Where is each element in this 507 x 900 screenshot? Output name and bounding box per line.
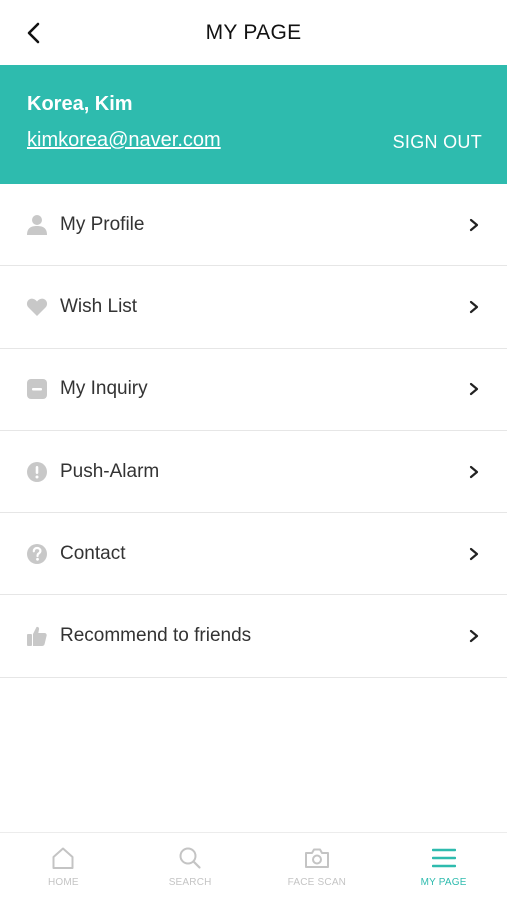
chevron-right-icon — [467, 218, 481, 232]
user-name: Korea, Kim — [27, 93, 133, 115]
heart-icon — [26, 296, 48, 318]
chevron-left-icon — [27, 22, 40, 44]
tab-label: FACE SCAN — [287, 877, 347, 888]
chevron-right-icon — [467, 300, 481, 314]
top-bar: MY PAGE — [0, 0, 507, 65]
menu-item-label: My Profile — [60, 213, 145, 235]
tab-label: HOME — [47, 877, 79, 888]
inquiry-icon — [26, 378, 48, 400]
menu-item-recommend[interactable]: Recommend to friends — [0, 595, 507, 678]
bottom-tab-bar: HOME SEARCH FACE SCAN MY PAGE — [0, 832, 507, 900]
menu-icon — [431, 845, 457, 871]
home-icon — [50, 845, 76, 871]
camera-icon — [304, 845, 330, 871]
thumbs-up-icon — [26, 625, 48, 647]
user-email-link[interactable]: kimkorea@naver.com — [27, 129, 221, 152]
menu-item-contact[interactable]: Contact — [0, 513, 507, 596]
tab-my-page[interactable]: MY PAGE — [380, 833, 507, 900]
chevron-right-icon — [467, 382, 481, 396]
menu-list: My Profile Wish List My Inquiry Push-Ala… — [0, 184, 507, 678]
tab-home[interactable]: HOME — [0, 833, 127, 900]
tab-face-scan[interactable]: FACE SCAN — [254, 833, 381, 900]
account-banner: Korea, Kim kimkorea@naver.com SIGN OUT — [0, 65, 507, 184]
menu-item-label: Wish List — [60, 295, 138, 317]
menu-item-label: Recommend to friends — [60, 625, 252, 647]
search-icon — [177, 845, 203, 871]
back-button[interactable] — [18, 18, 48, 48]
chevron-right-icon — [467, 629, 481, 643]
menu-item-my-inquiry[interactable]: My Inquiry — [0, 349, 507, 431]
menu-item-label: My Inquiry — [60, 378, 148, 400]
chevron-right-icon — [467, 547, 481, 561]
sign-out-button[interactable]: SIGN OUT — [393, 132, 482, 153]
menu-item-label: Contact — [60, 542, 126, 564]
menu-item-push-alarm[interactable]: Push-Alarm — [0, 431, 507, 514]
person-icon — [26, 214, 48, 236]
question-icon — [26, 543, 48, 565]
tab-label: SEARCH — [168, 877, 212, 888]
menu-item-label: Push-Alarm — [60, 460, 160, 482]
tab-search[interactable]: SEARCH — [127, 833, 254, 900]
alert-icon — [26, 461, 48, 483]
page-title: MY PAGE — [205, 20, 302, 44]
menu-item-wish-list[interactable]: Wish List — [0, 266, 507, 349]
tab-label: MY PAGE — [420, 877, 467, 888]
menu-item-my-profile[interactable]: My Profile — [0, 184, 507, 267]
chevron-right-icon — [467, 465, 481, 479]
